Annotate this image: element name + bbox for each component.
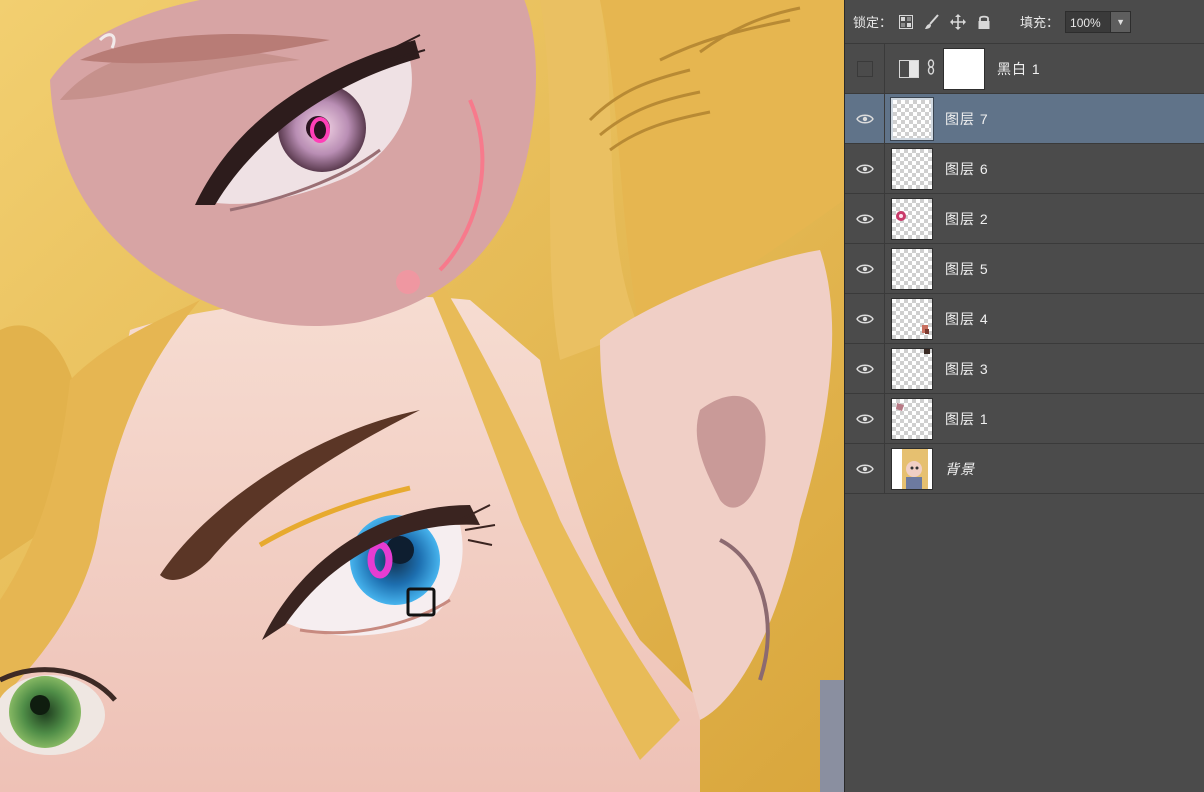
visibility-toggle[interactable] bbox=[845, 393, 885, 444]
layer-row-selected[interactable]: 图层 7 bbox=[845, 93, 1204, 144]
layer-name[interactable]: 图层 4 bbox=[945, 309, 989, 329]
lock-all-icon[interactable] bbox=[976, 14, 992, 30]
layer-row-background[interactable]: 背景 bbox=[845, 443, 1204, 494]
layer-name[interactable]: 黑白 1 bbox=[997, 59, 1041, 79]
eye-icon bbox=[855, 364, 874, 373]
eye-icon bbox=[855, 264, 874, 273]
background-thumbnail[interactable] bbox=[891, 447, 933, 490]
adjustment-layer-icon bbox=[899, 59, 919, 78]
eye-icon bbox=[855, 314, 874, 323]
document-canvas[interactable] bbox=[0, 0, 844, 792]
layer-row-adjustment[interactable]: 黑白 1 bbox=[845, 43, 1204, 94]
layer-name[interactable]: 图层 6 bbox=[945, 159, 989, 179]
layer-mask-thumbnail[interactable] bbox=[943, 47, 985, 90]
layer-thumbnail[interactable] bbox=[891, 247, 933, 290]
visibility-toggle[interactable] bbox=[845, 343, 885, 394]
layer-name[interactable]: 图层 1 bbox=[945, 409, 989, 429]
layer-name[interactable]: 图层 3 bbox=[945, 359, 989, 379]
lock-label: 锁定： bbox=[853, 15, 893, 30]
visibility-toggle[interactable] bbox=[845, 193, 885, 244]
layer-row[interactable]: 图层 1 bbox=[845, 393, 1204, 444]
layer-name[interactable]: 图层 7 bbox=[945, 109, 989, 129]
fill-dropdown-icon[interactable]: ▼ bbox=[1111, 10, 1132, 33]
visibility-toggle[interactable] bbox=[845, 293, 885, 344]
eye-icon bbox=[855, 214, 874, 223]
visibility-toggle[interactable] bbox=[845, 243, 885, 294]
layers-panel: 锁定： 填充： 100% ▼ 黑白 1 图层 7 图层 6 图层 2 图层 5 … bbox=[844, 0, 1204, 792]
layer-name[interactable]: 图层 2 bbox=[945, 209, 989, 229]
layers-options-bar: 锁定： 填充： 100% ▼ bbox=[845, 0, 1204, 44]
layer-name[interactable]: 背景 bbox=[945, 459, 975, 479]
eye-icon bbox=[855, 464, 874, 473]
visibility-toggle-off[interactable] bbox=[845, 43, 885, 94]
visibility-toggle[interactable] bbox=[845, 143, 885, 194]
visibility-toggle[interactable] bbox=[845, 93, 885, 144]
lock-transparent-icon[interactable] bbox=[898, 14, 914, 30]
layer-row[interactable]: 图层 2 bbox=[845, 193, 1204, 244]
eye-icon bbox=[855, 114, 874, 123]
layer-thumbnail[interactable] bbox=[891, 297, 933, 340]
artwork bbox=[0, 0, 844, 792]
layer-thumbnail[interactable] bbox=[891, 347, 933, 390]
layer-thumbnail[interactable] bbox=[890, 96, 934, 141]
eye-icon bbox=[855, 164, 874, 173]
layer-thumbnail[interactable] bbox=[891, 397, 933, 440]
link-chain-icon[interactable] bbox=[927, 59, 935, 78]
fill-label: 填充： bbox=[1020, 15, 1060, 30]
lock-paint-icon[interactable] bbox=[924, 13, 940, 30]
visibility-toggle[interactable] bbox=[845, 443, 885, 494]
layer-row[interactable]: 图层 5 bbox=[845, 243, 1204, 294]
layer-row[interactable]: 图层 4 bbox=[845, 293, 1204, 344]
layer-name[interactable]: 图层 5 bbox=[945, 259, 989, 279]
fill-control: 100% ▼ bbox=[1065, 10, 1132, 33]
layer-row[interactable]: 图层 3 bbox=[845, 343, 1204, 394]
eye-icon bbox=[855, 414, 874, 423]
layer-thumbnail[interactable] bbox=[891, 147, 933, 190]
layer-thumbnail[interactable] bbox=[891, 197, 933, 240]
fill-input[interactable]: 100% bbox=[1065, 10, 1112, 33]
lock-move-icon[interactable] bbox=[950, 13, 967, 30]
layer-row[interactable]: 图层 6 bbox=[845, 143, 1204, 194]
empty-visibility-box bbox=[856, 60, 873, 77]
